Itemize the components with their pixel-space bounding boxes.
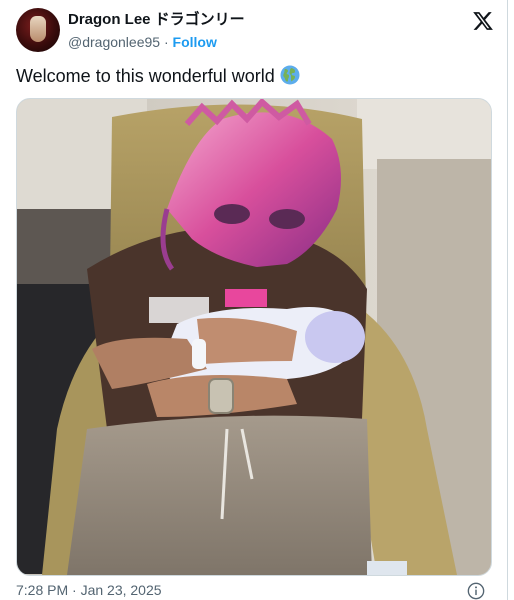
author-display-name[interactable]: Dragon Lee ドラゴンリー — [68, 10, 245, 29]
info-icon[interactable] — [467, 582, 485, 600]
shirt-print-pink — [225, 289, 267, 307]
avatar-mask-figure — [30, 16, 46, 42]
wrist-watch — [208, 378, 234, 414]
follow-button[interactable]: Follow — [173, 34, 217, 50]
handle-separator: · — [160, 34, 173, 50]
baby-hat — [305, 311, 365, 363]
tweet-text-content: Welcome to this wonderful world — [16, 66, 275, 86]
author-handle[interactable]: @dragonlee95 — [68, 34, 160, 50]
tweet-text: Welcome to this wonderful world — [16, 64, 300, 88]
x-logo-icon[interactable] — [472, 10, 494, 32]
mask-eye-right — [269, 209, 305, 229]
hospital-bracelet — [192, 339, 206, 369]
tweet-timestamp[interactable]: 7:28 PM · Jan 23, 2025 — [16, 582, 162, 598]
shoe — [367, 561, 407, 575]
window-blind-right — [357, 99, 491, 169]
avatar[interactable] — [16, 8, 60, 52]
globe-americas-icon — [280, 65, 300, 85]
author-block: Dragon Lee ドラゴンリー @dragonlee95 · Follow — [68, 10, 245, 52]
photo-illustration — [17, 99, 491, 575]
tweet-photo[interactable] — [16, 98, 492, 576]
tweet-header: Dragon Lee ドラゴンリー @dragonlee95 · Follow — [16, 8, 496, 56]
sweatpants — [67, 415, 372, 575]
mask-eye-left — [214, 204, 250, 224]
author-handle-row: @dragonlee95 · Follow — [68, 33, 245, 52]
tweet-card: Dragon Lee ドラゴンリー @dragonlee95 · Follow … — [0, 0, 508, 600]
